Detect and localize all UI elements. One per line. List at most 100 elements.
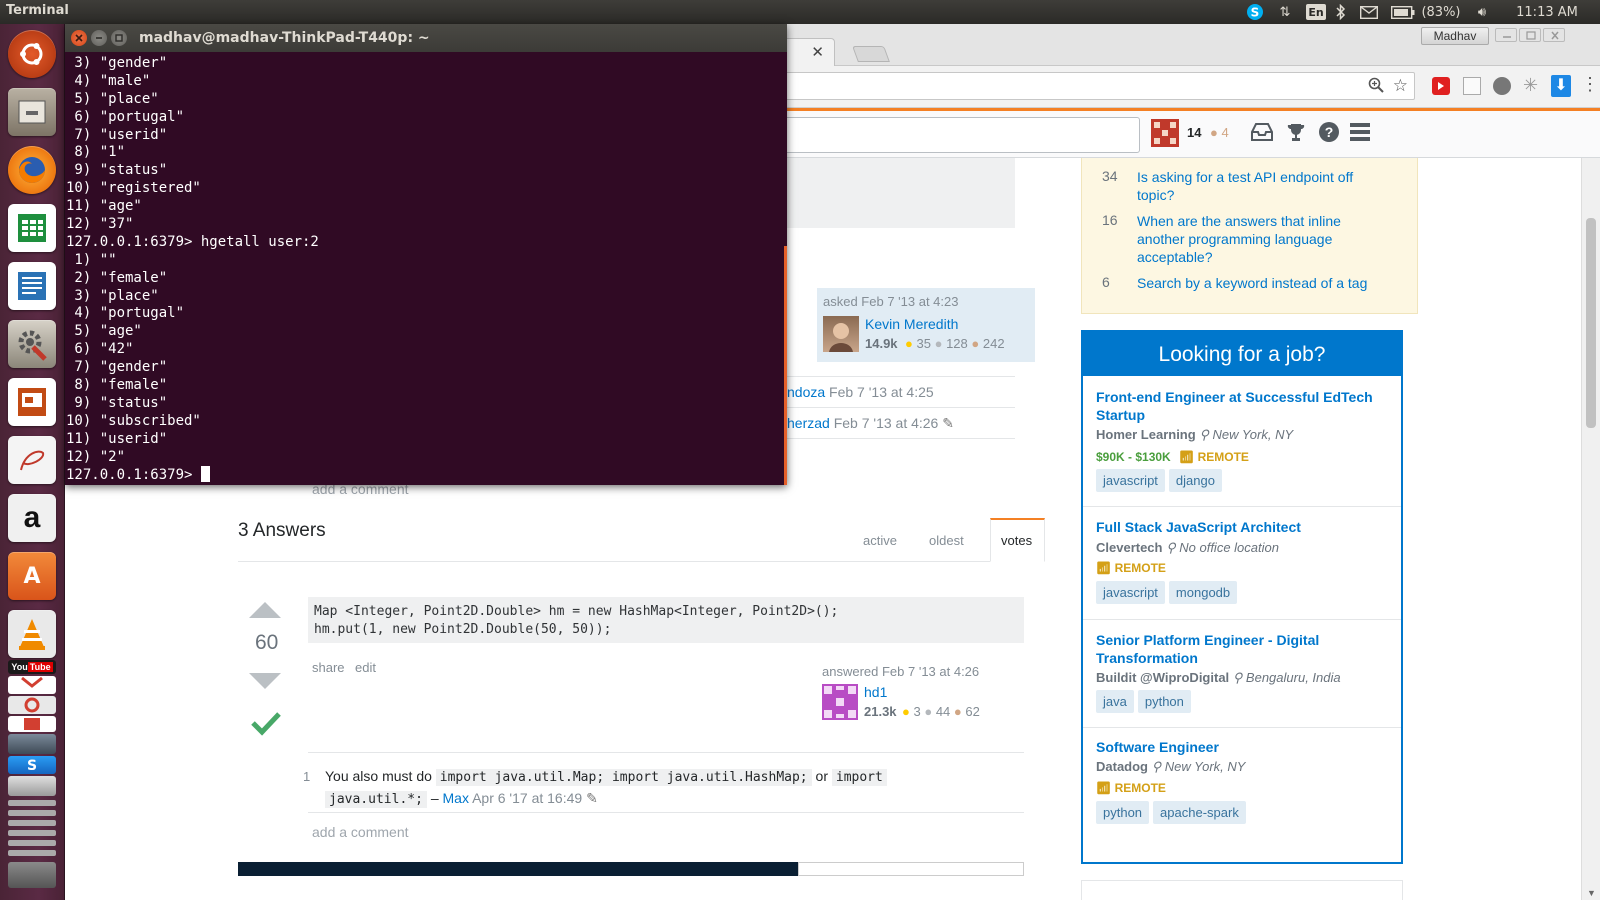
bookmark-star-icon[interactable]: ☆ — [1393, 76, 1408, 96]
linked-link[interactable]: When are the answers that inline another… — [1137, 212, 1377, 266]
tag[interactable]: python — [1137, 690, 1191, 713]
keyboard-layout-indicator[interactable]: En — [1306, 4, 1326, 20]
upvote-button[interactable] — [249, 602, 281, 618]
skype-launcher-icon[interactable]: S — [8, 756, 56, 774]
terminal-window[interactable]: madhav@madhav-ThinkPad-T440p: ~ 3) "gend… — [65, 24, 787, 485]
scroll-down-arrow-icon[interactable]: ▼ — [1587, 888, 1596, 898]
tag[interactable]: java — [1096, 690, 1134, 713]
files-icon[interactable] — [8, 88, 56, 136]
job-item[interactable]: Senior Platform Engineer - Digital Trans… — [1083, 621, 1401, 728]
share-link[interactable]: share — [312, 660, 345, 675]
drive-icon-5[interactable] — [8, 840, 56, 846]
help-icon[interactable]: ? — [1319, 122, 1339, 142]
ubuntu-dash-icon[interactable] — [8, 30, 56, 78]
scanner-icon[interactable] — [8, 776, 56, 796]
add-comment-link-2[interactable]: add a comment — [312, 824, 409, 840]
owner-avatar[interactable] — [823, 316, 859, 352]
comment-user-link[interactable]: Max — [443, 790, 469, 806]
tag[interactable]: javascript — [1096, 469, 1165, 492]
tab-close-icon[interactable]: ✕ — [811, 43, 824, 61]
answerer-name[interactable]: hd1 — [864, 684, 887, 700]
network-transfer-icon[interactable]: ⇅ — [1275, 4, 1295, 20]
terminal-line: 2) "female" — [66, 269, 168, 286]
skype-icon[interactable]: S — [1245, 4, 1265, 20]
vlc-icon[interactable] — [8, 610, 56, 658]
trash-icon[interactable] — [8, 862, 56, 888]
extension-icon-3[interactable] — [1493, 77, 1511, 95]
minimize-button[interactable] — [1495, 28, 1517, 42]
job-title[interactable]: Senior Platform Engineer - Digital Trans… — [1096, 631, 1386, 667]
drive-icon-3[interactable] — [8, 820, 56, 826]
user-avatar[interactable] — [1151, 119, 1179, 147]
edit-link[interactable]: edit — [355, 660, 376, 675]
tag[interactable]: apache-spark — [1153, 801, 1246, 824]
zoom-icon[interactable] — [1368, 77, 1384, 98]
job-item[interactable]: Front-end Engineer at Successful EdTech … — [1083, 376, 1401, 507]
close-window-button[interactable] — [1543, 28, 1565, 42]
libreoffice-calc-icon[interactable] — [8, 204, 56, 252]
new-tab-button[interactable] — [852, 46, 890, 62]
job-item[interactable]: Full Stack JavaScript Architect Cleverte… — [1083, 508, 1401, 620]
extension-icon-4[interactable]: ✳ — [1523, 75, 1538, 96]
battery-icon[interactable] — [1390, 4, 1416, 20]
tag[interactable]: django — [1168, 469, 1222, 492]
tab-active[interactable]: active — [863, 533, 897, 548]
tab-votes[interactable]: votes — [990, 518, 1045, 562]
ad-banner-side[interactable] — [798, 862, 1024, 876]
linked-link[interactable]: Is asking for a test API endpoint off to… — [1137, 168, 1377, 204]
job-title[interactable]: Front-end Engineer at Successful EdTech … — [1096, 388, 1396, 424]
job-title[interactable]: Software Engineer — [1096, 739, 1219, 755]
libreoffice-impress-icon[interactable] — [8, 378, 56, 426]
job-title[interactable]: Full Stack JavaScript Architect — [1096, 519, 1301, 535]
site-switcher-icon[interactable] — [1350, 123, 1370, 146]
mail-icon[interactable] — [1358, 4, 1380, 20]
drive-icon-6[interactable] — [8, 850, 56, 856]
tag[interactable]: javascript — [1096, 581, 1165, 604]
firefox-icon[interactable] — [8, 146, 56, 194]
printer-icon[interactable] — [8, 734, 56, 754]
ad-banner[interactable] — [238, 862, 798, 876]
download-icon[interactable]: ⬇ — [1551, 75, 1571, 97]
pdf-viewer-icon[interactable] — [8, 436, 56, 484]
google-icon[interactable] — [8, 696, 56, 714]
terminal-prompt-line[interactable]: 127.0.0.1:6379> — [66, 466, 787, 484]
inbox-icon[interactable] — [1251, 123, 1273, 146]
software-center-icon[interactable]: A — [8, 552, 56, 600]
job-item[interactable]: Software Engineer Datadog ⚲ New York, NY… — [1083, 729, 1401, 862]
maximize-button[interactable] — [1519, 28, 1541, 42]
bluetooth-icon[interactable] — [1334, 4, 1348, 20]
tab-oldest[interactable]: oldest — [929, 533, 964, 548]
terminal-titlebar[interactable]: madhav@madhav-ThinkPad-T440p: ~ — [65, 24, 787, 52]
youtube-icon[interactable]: You Tube — [8, 660, 56, 674]
scrollbar-thumb[interactable] — [1586, 218, 1596, 428]
tag[interactable]: python — [1096, 801, 1150, 824]
extension-icon-1[interactable] — [1432, 77, 1450, 95]
system-settings-icon[interactable] — [8, 320, 56, 368]
profile-button[interactable]: Madhav — [1421, 27, 1489, 45]
drive-icon-1[interactable] — [8, 800, 56, 806]
amazon-icon[interactable]: a — [8, 494, 56, 542]
tag[interactable]: mongodb — [1168, 581, 1238, 604]
owner-name[interactable]: Kevin Meredith — [865, 316, 958, 332]
maximize-icon[interactable] — [111, 30, 127, 46]
page-scrollbar[interactable]: ▼ — [1581, 158, 1600, 900]
drive-icon-4[interactable] — [8, 830, 56, 836]
gmail-icon[interactable] — [8, 676, 56, 694]
clock[interactable]: 11:13 AM — [1503, 4, 1591, 20]
calendar-icon[interactable] — [8, 716, 56, 732]
job-tags: java python — [1096, 690, 1195, 713]
linked-link[interactable]: Search by a keyword instead of a tag — [1137, 274, 1397, 292]
close-icon[interactable] — [71, 30, 87, 46]
chrome-menu-icon[interactable]: ⋮ — [1581, 74, 1599, 95]
so-search-input[interactable] — [755, 117, 1140, 153]
libreoffice-writer-icon[interactable] — [8, 262, 56, 310]
extension-icon-2[interactable] — [1463, 77, 1481, 95]
downvote-button[interactable] — [249, 673, 281, 689]
comment-score: 1 — [303, 769, 311, 784]
minimize-icon[interactable] — [91, 30, 107, 46]
drive-icon-2[interactable] — [8, 810, 56, 816]
volume-icon[interactable]: 🔊︎ — [1472, 4, 1492, 20]
terminal-output[interactable]: 3) "gender" 4) "male" 5) "place" 6) "por… — [65, 52, 787, 485]
answerer-avatar[interactable] — [822, 684, 858, 720]
achievements-icon[interactable] — [1286, 122, 1306, 147]
